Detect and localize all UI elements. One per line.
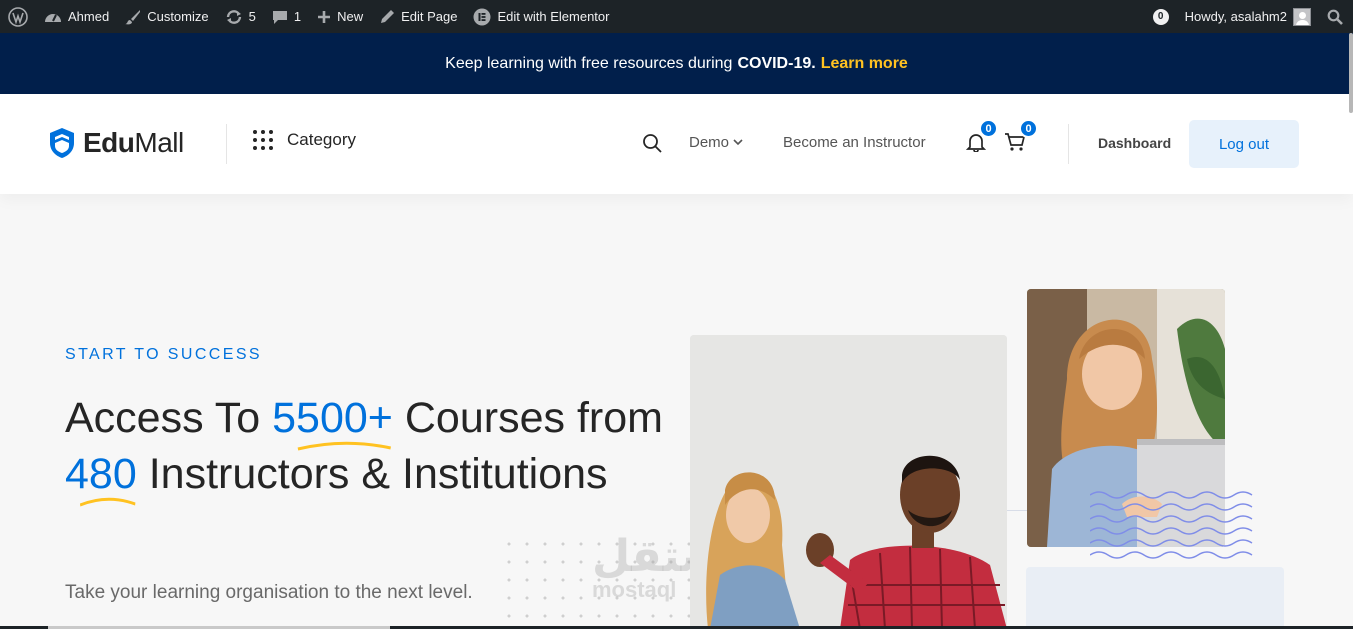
decorative-waves (1090, 491, 1253, 559)
hero-image-students (690, 335, 1007, 629)
hero-info-card (1026, 567, 1284, 629)
grid-dots-icon (253, 130, 273, 150)
nav-become-instructor[interactable]: Become an Instructor (783, 134, 926, 151)
hero-eyebrow: START TO SUCCESS (65, 346, 262, 363)
notifications-button[interactable]: 0 (965, 119, 998, 157)
customize-menu[interactable]: Customize (117, 0, 216, 33)
howdy-label: Howdy, asalahm2 (1184, 9, 1287, 24)
bell-badge: 0 (979, 119, 998, 138)
updates-count: 5 (248, 9, 256, 24)
comments-menu[interactable]: 1 (264, 0, 309, 33)
dashboard-icon (45, 13, 61, 22)
underline-squiggle (297, 441, 392, 451)
title-highlight-courses: 5500+ (272, 390, 393, 451)
updates-icon (226, 9, 241, 24)
chevron-down-icon (733, 139, 743, 146)
logout-button[interactable]: Log out (1189, 120, 1299, 168)
brush-icon (125, 9, 141, 24)
site-header: EduMall Category Demo Become an Instruct… (0, 94, 1353, 194)
hero-subtitle: Take your learning organisation to the n… (65, 582, 473, 603)
comments-count: 1 (293, 9, 302, 24)
learn-more-link[interactable]: Learn more (821, 55, 908, 73)
cart-button[interactable]: 0 (1004, 119, 1038, 157)
title-highlight-instructors: 480 (65, 446, 137, 507)
logo-wordmark: EduMall (83, 127, 184, 159)
edit-page-menu[interactable]: Edit Page (371, 0, 465, 33)
cart-badge: 0 (1019, 119, 1038, 138)
category-menu[interactable]: Category (253, 130, 356, 150)
header-divider (1068, 124, 1069, 164)
notice-text: Keep learning with free resources during (445, 54, 733, 72)
courses-count: 5500+ (272, 394, 393, 442)
title-part2: Courses from (404, 394, 663, 442)
hero-title: Access To 5500+ Courses from 480 Instruc… (65, 390, 665, 507)
nav-demo[interactable]: Demo (689, 134, 743, 151)
header-divider (226, 124, 227, 164)
customize-label: Customize (147, 9, 209, 24)
nav-demo-label: Demo (689, 134, 730, 151)
shield-logo-icon (50, 128, 74, 158)
students-photo-illustration (690, 335, 1007, 629)
logo-part1: Edu (83, 127, 135, 158)
wordpress-logo-menu[interactable] (0, 0, 36, 33)
title-part1: Access To (65, 394, 261, 442)
pencil-icon (381, 9, 395, 23)
covid-notice-banner: Keep learning with free resources during… (0, 33, 1353, 94)
instructors-count: 480 (65, 450, 137, 498)
plus-icon (318, 10, 331, 23)
wp-admin-bar: Ahmed Customize 5 1 New Edit Page Edit w… (0, 0, 1353, 33)
underline-squiggle (80, 497, 136, 507)
elementor-icon (473, 8, 491, 25)
adminbar-search[interactable] (1319, 0, 1353, 33)
search-icon (643, 134, 662, 153)
comment-icon (272, 10, 287, 24)
dashboard-link[interactable]: Dashboard (1098, 135, 1171, 151)
edumall-logo[interactable]: EduMall (49, 127, 184, 159)
decorative-line (1007, 510, 1027, 511)
avatar (1293, 7, 1311, 26)
title-part3: Instructors & Institutions (148, 450, 608, 498)
logo-part2: Mall (134, 127, 184, 158)
edit-elementor-label: Edit with Elementor (497, 9, 610, 24)
updates-menu[interactable]: 5 (217, 0, 264, 33)
site-name-menu[interactable]: Ahmed (36, 0, 117, 33)
search-icon (1327, 9, 1343, 25)
notice-highlight: COVID-19. (737, 54, 816, 72)
site-name-label: Ahmed (68, 9, 110, 24)
edit-elementor-menu[interactable]: Edit with Elementor (465, 0, 617, 33)
wordpress-icon (8, 6, 28, 27)
header-search-button[interactable] (642, 133, 662, 158)
notification-menu[interactable]: 0 (1145, 0, 1177, 33)
new-label: New (337, 9, 364, 24)
new-content-menu[interactable]: New (309, 0, 371, 33)
category-label: Category (287, 130, 356, 149)
my-account-menu[interactable]: Howdy, asalahm2 (1177, 0, 1319, 33)
edit-page-label: Edit Page (401, 9, 458, 24)
notification-count: 0 (1152, 8, 1169, 25)
page-scrollbar[interactable] (1349, 33, 1353, 113)
